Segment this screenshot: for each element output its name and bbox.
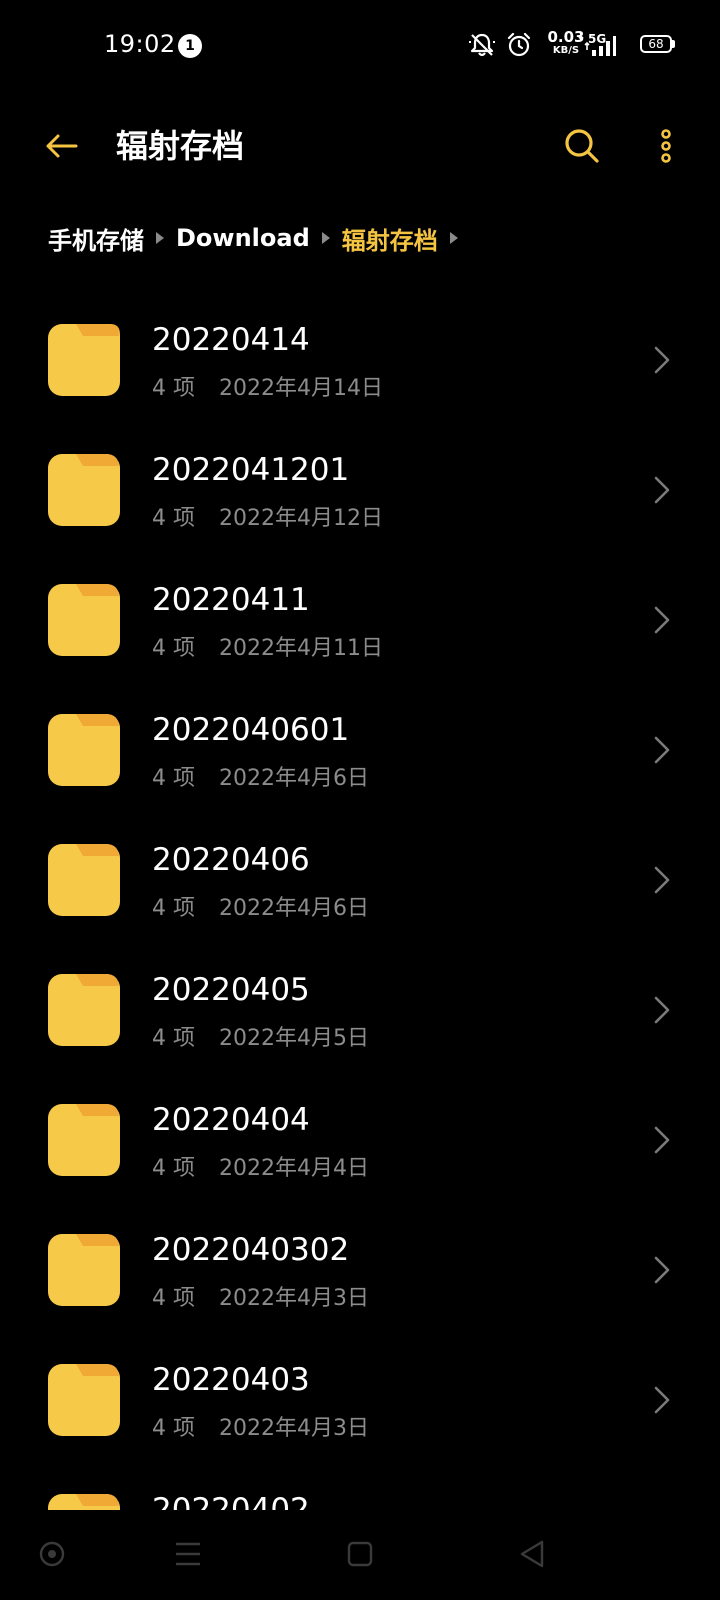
folder-name: 2022040302 xyxy=(152,1232,350,1268)
folder-name: 2022040601 xyxy=(152,712,350,748)
folder-row[interactable]: 2022040302 4 项 2022年4月3日 xyxy=(0,1202,720,1332)
folder-icon xyxy=(48,714,120,786)
folder-name: 20220411 xyxy=(152,582,310,618)
chevron-right-icon xyxy=(654,1126,670,1154)
folder-date: 2022年4月11日 xyxy=(219,636,383,661)
folder-icon xyxy=(48,1364,120,1436)
chevron-right-icon xyxy=(654,1256,670,1284)
battery-tip xyxy=(672,40,675,48)
mute-bell-icon xyxy=(469,33,495,57)
folder-meta: 4 项 2022年4月6日 xyxy=(152,890,369,922)
breadcrumb-download[interactable]: Download xyxy=(176,224,310,252)
chevron-right-icon xyxy=(654,346,670,374)
folder-item-count: 4 项 xyxy=(152,636,195,661)
signal-icon xyxy=(592,36,616,56)
battery-level: 68 xyxy=(648,37,664,51)
breadcrumb-current[interactable]: 辐射存档 xyxy=(342,221,438,256)
notification-badge: 1 xyxy=(178,34,202,58)
folder-date: 2022年4月3日 xyxy=(219,1286,369,1311)
folder-name: 20220406 xyxy=(152,842,310,878)
breadcrumb-separator-icon xyxy=(156,232,164,244)
breadcrumb: 手机存储 Download 辐射存档 xyxy=(48,221,470,256)
folder-date: 2022年4月6日 xyxy=(219,766,369,791)
folder-name: 20220402 xyxy=(152,1492,310,1510)
folder-name: 20220405 xyxy=(152,972,310,1008)
chevron-right-icon xyxy=(654,866,670,894)
folder-meta: 4 项 2022年4月5日 xyxy=(152,1020,369,1052)
home-square-icon xyxy=(347,1541,373,1567)
folder-date: 2022年4月6日 xyxy=(219,896,369,921)
folder-meta: 4 项 2022年4月14日 xyxy=(152,370,383,402)
folder-item-count: 4 项 xyxy=(152,1286,195,1311)
home-button[interactable] xyxy=(340,1534,380,1574)
folder-icon xyxy=(48,974,120,1046)
folder-meta: 4 项 2022年4月6日 xyxy=(152,760,369,792)
folder-date: 2022年4月12日 xyxy=(219,506,383,531)
folder-row[interactable]: 2022040601 4 项 2022年4月6日 xyxy=(0,682,720,812)
folder-row[interactable]: 20220411 4 项 2022年4月11日 xyxy=(0,552,720,682)
folder-item-count: 4 项 xyxy=(152,376,195,401)
status-bar: 19:02 1 0.03 KB/S 5G 68 xyxy=(0,0,720,92)
assistant-button[interactable] xyxy=(32,1534,72,1574)
folder-icon xyxy=(48,1104,120,1176)
chevron-right-icon xyxy=(654,996,670,1024)
folder-icon xyxy=(48,584,120,656)
folder-list[interactable]: 20220414 4 项 2022年4月14日 2022041201 4 项 202… xyxy=(0,292,720,1510)
folder-meta: 4 项 2022年4月3日 xyxy=(152,1410,369,1442)
folder-row[interactable]: 20220406 4 项 2022年4月6日 xyxy=(0,812,720,942)
folder-meta: 4 项 2022年4月4日 xyxy=(152,1150,369,1182)
nav-back-button[interactable] xyxy=(512,1534,552,1574)
folder-row[interactable]: 20220404 4 项 2022年4月4日 xyxy=(0,1072,720,1202)
status-time: 19:02 xyxy=(104,30,176,58)
breadcrumb-phone-storage[interactable]: 手机存储 xyxy=(48,221,144,256)
folder-name: 20220403 xyxy=(152,1362,310,1398)
folder-item-count: 4 项 xyxy=(152,1026,195,1051)
page-title: 辐射存档 xyxy=(116,127,245,165)
folder-icon xyxy=(48,1234,120,1306)
folder-icon xyxy=(48,844,120,916)
folder-meta: 4 项 2022年4月12日 xyxy=(152,500,383,532)
back-triangle-icon xyxy=(520,1540,544,1568)
folder-row[interactable]: 2022041201 4 项 2022年4月12日 xyxy=(0,422,720,552)
back-button[interactable] xyxy=(40,124,84,168)
assistant-dot-icon xyxy=(39,1541,65,1567)
folder-meta: 4 项 2022年4月11日 xyxy=(152,630,383,662)
folder-icon xyxy=(48,1494,120,1510)
more-vertical-icon xyxy=(661,129,671,163)
folder-name: 20220404 xyxy=(152,1102,310,1138)
navigation-bar xyxy=(0,1514,720,1600)
folder-item-count: 4 项 xyxy=(152,766,195,791)
alarm-icon xyxy=(507,32,531,57)
folder-date: 2022年4月3日 xyxy=(219,1416,369,1441)
folder-item-count: 4 项 xyxy=(152,1156,195,1181)
search-icon xyxy=(565,129,599,163)
folder-icon xyxy=(48,324,120,396)
folder-row[interactable]: 20220403 4 项 2022年4月3日 xyxy=(0,1332,720,1462)
battery-icon: 68 xyxy=(640,35,672,53)
folder-row[interactable]: 20220405 4 项 2022年4月5日 xyxy=(0,942,720,1072)
folder-name: 20220414 xyxy=(152,322,310,358)
chevron-right-icon xyxy=(654,1386,670,1414)
folder-date: 2022年4月14日 xyxy=(219,376,383,401)
folder-row[interactable]: 20220414 4 项 2022年4月14日 xyxy=(0,292,720,422)
chevron-right-icon xyxy=(654,736,670,764)
folder-item-count: 4 项 xyxy=(152,896,195,921)
search-button[interactable] xyxy=(560,124,604,168)
chevron-right-icon xyxy=(654,476,670,504)
folder-item-count: 4 项 xyxy=(152,506,195,531)
folder-item-count: 4 项 xyxy=(152,1416,195,1441)
menu-lines-icon xyxy=(176,1542,200,1566)
folder-date: 2022年4月4日 xyxy=(219,1156,369,1181)
arrow-left-icon xyxy=(46,134,78,158)
more-options-button[interactable] xyxy=(648,124,684,168)
folder-icon xyxy=(48,454,120,526)
folder-meta: 4 项 2022年4月3日 xyxy=(152,1280,369,1312)
folder-row[interactable]: 20220402 xyxy=(0,1462,720,1510)
folder-name: 2022041201 xyxy=(152,452,350,488)
recents-button[interactable] xyxy=(168,1534,208,1574)
folder-date: 2022年4月5日 xyxy=(219,1026,369,1051)
chevron-right-icon xyxy=(654,606,670,634)
breadcrumb-separator-icon xyxy=(449,232,458,244)
breadcrumb-separator-icon xyxy=(321,232,330,244)
